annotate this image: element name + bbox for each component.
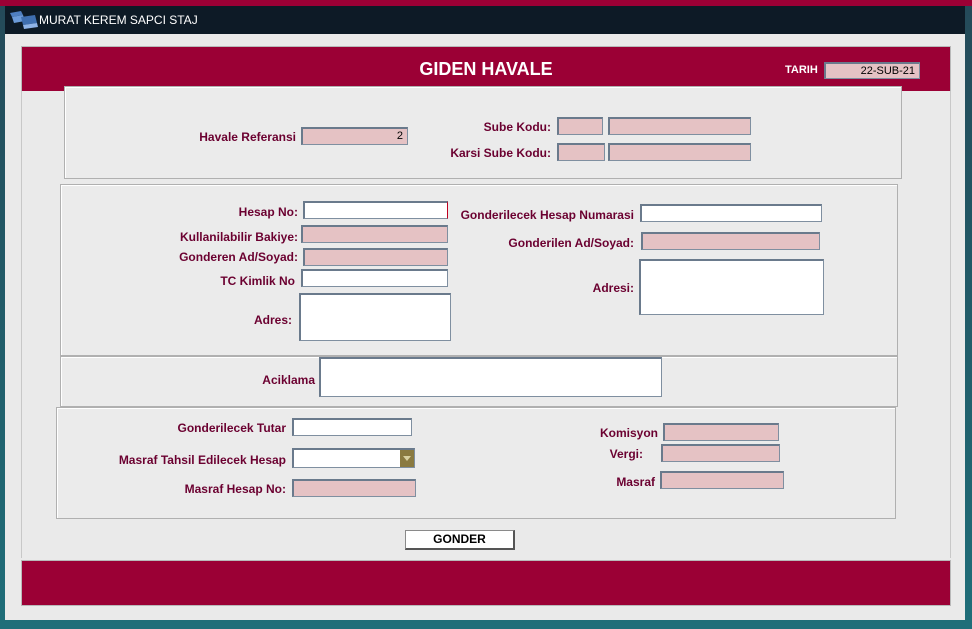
karsi-sube-kodu-field [557,143,605,161]
section-havale-info: Havale Referansi 2 Sube Kodu: Karsi Sube… [64,86,902,179]
masraf-hesap-label: Masraf Hesap No: [184,482,286,496]
adresi-label: Adresi: [592,281,634,295]
masraf-field [660,471,784,489]
tc-kimlik-input[interactable] [301,269,448,287]
tc-kimlik-label: TC Kimlik No [220,274,295,288]
adres-input[interactable] [299,293,451,341]
gonder-button[interactable]: GONDER [405,530,515,550]
havale-ref-field: 2 [301,127,408,145]
masraf-hesap-field [292,479,416,497]
chevron-down-icon[interactable] [400,450,414,467]
hesap-no-input[interactable] [303,201,448,219]
adresi-input[interactable] [639,259,824,315]
kullanilabilir-bakiye-field [301,225,448,243]
gonderilecek-hesap-label: Gonderilecek Hesap Numarasi [460,208,634,222]
karsi-sube-adi-field [608,143,751,161]
section-aciklama: Aciklama [60,356,898,407]
aciklama-label: Aciklama [262,373,315,387]
sube-kodu-label: Sube Kodu: [483,120,551,134]
app-icon [10,11,38,29]
komisyon-field [663,423,779,441]
window-title: MURAT KEREM SAPCI STAJ [39,13,198,27]
section-hesap-info: Hesap No: Kullanilabilir Bakiye: Gondere… [60,184,898,356]
komisyon-label: Komisyon [599,426,658,440]
gonderilen-field [641,232,820,250]
masraf-label: Masraf [616,475,655,489]
tutar-label: Gonderilecek Tutar [177,421,286,435]
hesap-no-label: Hesap No: [238,205,298,219]
masraf-tahsil-select[interactable] [292,448,415,468]
gonderen-label: Gonderen Ad/Soyad: [179,250,298,264]
sube-kodu-field [557,117,603,135]
gonderen-field [303,248,448,266]
title-bar: MURAT KEREM SAPCI STAJ [5,6,965,34]
section-tutar: Gonderilecek Tutar Masraf Tahsil Edilece… [56,407,896,519]
adres-label: Adres: [253,313,292,327]
kullanilabilir-bakiye-label: Kullanilabilir Bakiye: [179,230,298,244]
aciklama-input[interactable] [319,357,662,397]
tarih-field: 22-SUB-21 [824,62,920,79]
form-body: Havale Referansi 2 Sube Kodu: Karsi Sube… [21,86,951,558]
gonderilen-label: Gonderilen Ad/Soyad: [508,236,634,250]
karsi-sube-kodu-label: Karsi Sube Kodu: [450,146,551,160]
gonderilecek-hesap-input[interactable] [640,204,822,222]
vergi-field [661,444,780,462]
tutar-input[interactable] [292,418,412,436]
vergi-label: Vergi: [609,447,643,461]
form-canvas: GIDEN HAVALE TARIH 22-SUB-21 Havale Refe… [5,34,965,620]
havale-ref-label: Havale Referansi [199,130,296,144]
tarih-label: TARIH [785,64,818,76]
footer-band [21,560,951,606]
masraf-tahsil-label: Masraf Tahsil Edilecek Hesap [118,453,286,467]
sube-adi-field [608,117,751,135]
